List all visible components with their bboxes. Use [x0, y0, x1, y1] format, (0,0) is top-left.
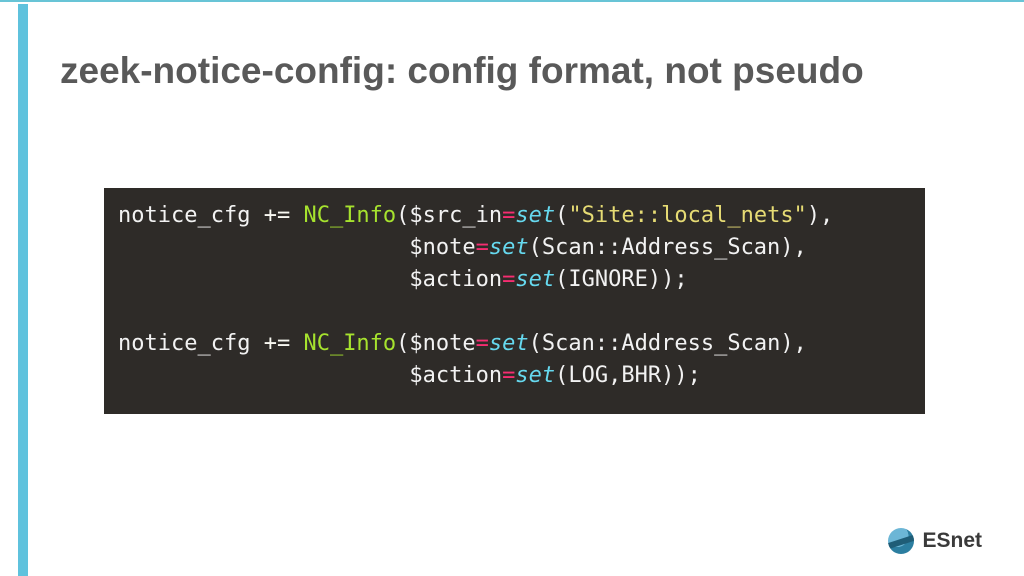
code-token: = [502, 203, 515, 228]
code-token: set [489, 235, 529, 260]
code-token: ($src_in [396, 203, 502, 228]
code-token: set [515, 267, 555, 292]
brand-name: ESnet [922, 529, 982, 553]
code-token: (Scan::Address_Scan), [529, 331, 807, 356]
code-token: set [515, 363, 555, 388]
slide-title: zeek-notice-config: config format, not p… [60, 50, 864, 92]
esnet-logo-icon [888, 528, 914, 554]
code-indent [118, 363, 409, 388]
code-token: set [489, 331, 529, 356]
code-token: (LOG,BHR)); [555, 363, 701, 388]
code-token: = [476, 235, 489, 260]
code-token: NC_Info [303, 331, 396, 356]
accent-bar [18, 4, 28, 576]
code-token: += [264, 331, 291, 356]
code-token: (Scan::Address_Scan), [529, 235, 807, 260]
code-block: notice_cfg += NC_Info($src_in=set("Site:… [104, 188, 925, 414]
code-token: "Site::local_nets" [568, 203, 806, 228]
code-token [290, 331, 303, 356]
code-token: = [476, 331, 489, 356]
code-token: set [515, 203, 555, 228]
code-token: notice_cfg [118, 203, 264, 228]
code-token [290, 203, 303, 228]
code-token: ($note [396, 331, 475, 356]
branding: ESnet [888, 528, 982, 554]
code-token: $action [409, 363, 502, 388]
code-token: NC_Info [303, 203, 396, 228]
code-token: ), [807, 203, 834, 228]
code-token: (IGNORE)); [555, 267, 687, 292]
code-indent [118, 267, 409, 292]
code-token: = [502, 267, 515, 292]
code-token: += [264, 203, 291, 228]
code-token: = [502, 363, 515, 388]
code-token: $action [409, 267, 502, 292]
code-token: ( [555, 203, 568, 228]
code-token: notice_cfg [118, 331, 264, 356]
code-token: $note [409, 235, 475, 260]
slide: zeek-notice-config: config format, not p… [0, 0, 1024, 576]
code-indent [118, 235, 409, 260]
